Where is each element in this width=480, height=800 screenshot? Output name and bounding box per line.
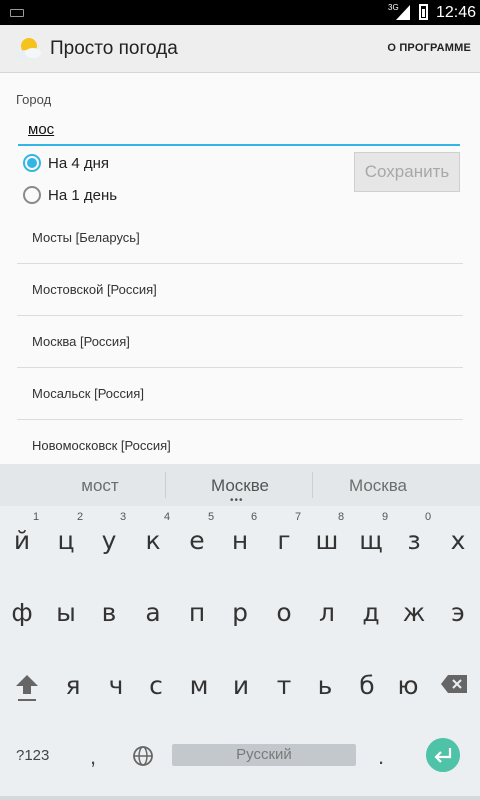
- key[interactable]: р: [220, 598, 260, 627]
- battery-icon: [419, 4, 428, 20]
- clock: 12:46: [436, 4, 477, 21]
- about-button[interactable]: О ПРОГРАММЕ: [387, 42, 471, 54]
- key[interactable]: к: [133, 526, 173, 555]
- status-bar: 3G 12:46: [0, 0, 480, 25]
- key[interactable]: ы: [46, 598, 86, 627]
- radio-4-days[interactable]: На 4 дня: [23, 154, 109, 172]
- key[interactable]: э: [438, 598, 478, 627]
- word-suggestion[interactable]: Москве: [180, 476, 300, 496]
- period-key[interactable]: .: [378, 744, 384, 770]
- key[interactable]: ч: [96, 671, 136, 700]
- key[interactable]: з: [394, 526, 434, 555]
- key[interactable]: х: [438, 526, 478, 555]
- key[interactable]: ш: [307, 526, 347, 555]
- key[interactable]: щ: [351, 526, 391, 555]
- key-hint: 0: [424, 511, 432, 523]
- key[interactable]: г: [264, 526, 304, 555]
- list-item[interactable]: Мосальск [Россия]: [17, 368, 463, 420]
- action-bar: Просто погода О ПРОГРАММЕ: [0, 25, 480, 73]
- key-hint: 1: [32, 511, 40, 523]
- word-suggestion-strip: мост Москве ••• Москва: [0, 464, 480, 506]
- key[interactable]: м: [179, 671, 219, 700]
- city-suggestions-list: Мосты [Беларусь] Мостовской [Россия] Мос…: [17, 212, 463, 464]
- key[interactable]: у: [89, 526, 129, 555]
- key-hint: 8: [337, 511, 345, 523]
- key[interactable]: т: [264, 671, 304, 700]
- key[interactable]: п: [177, 598, 217, 627]
- key[interactable]: в: [89, 598, 129, 627]
- key[interactable]: л: [307, 598, 347, 627]
- enter-icon[interactable]: [426, 738, 460, 772]
- key-hint: 7: [294, 511, 302, 523]
- sun-cloud-icon: [17, 38, 41, 60]
- key[interactable]: я: [53, 671, 93, 700]
- globe-icon[interactable]: [132, 745, 154, 767]
- word-suggestion[interactable]: Москва: [318, 476, 438, 496]
- key[interactable]: о: [264, 598, 304, 627]
- key-hint: 6: [250, 511, 258, 523]
- app-title: Просто погода: [50, 38, 178, 59]
- key[interactable]: й: [2, 526, 42, 555]
- key-hint: 5: [207, 511, 215, 523]
- list-item[interactable]: Мосты [Беларусь]: [17, 212, 463, 264]
- soft-keyboard: мост Москве ••• Москва 1 2 3 4 5 6 7 8 9…: [0, 464, 480, 800]
- key[interactable]: д: [351, 598, 391, 627]
- key[interactable]: б: [347, 671, 387, 700]
- symbols-key[interactable]: ?123: [16, 747, 49, 764]
- radio-1-day[interactable]: На 1 день: [23, 186, 117, 204]
- key[interactable]: а: [133, 598, 173, 627]
- key-hint: 9: [381, 511, 389, 523]
- radio-1-day-label: На 1 день: [48, 186, 118, 204]
- key[interactable]: с: [136, 671, 176, 700]
- backspace-icon[interactable]: [440, 674, 468, 694]
- radio-1-day-indicator: [23, 186, 41, 204]
- key[interactable]: ф: [2, 598, 42, 627]
- radio-4-days-label: На 4 дня: [48, 154, 110, 172]
- save-button[interactable]: Сохранить: [354, 152, 460, 192]
- key[interactable]: и: [221, 671, 261, 700]
- key[interactable]: н: [220, 526, 260, 555]
- radio-4-days-indicator: [23, 154, 41, 172]
- divider: [312, 472, 313, 498]
- space-key[interactable]: Русский: [172, 744, 356, 766]
- key[interactable]: ю: [388, 671, 428, 700]
- list-item[interactable]: Мостовской [Россия]: [17, 264, 463, 316]
- key-hint: 4: [163, 511, 171, 523]
- divider: [0, 796, 480, 800]
- divider: [165, 472, 166, 498]
- comma-key[interactable]: ,: [90, 744, 96, 770]
- key-hint: 2: [76, 511, 84, 523]
- list-item[interactable]: Москва [Россия]: [17, 316, 463, 368]
- more-suggestions-icon[interactable]: •••: [230, 495, 244, 506]
- city-label: Город: [16, 92, 52, 107]
- key[interactable]: ц: [46, 526, 86, 555]
- key-hint: 3: [119, 511, 127, 523]
- word-suggestion[interactable]: мост: [40, 476, 160, 496]
- list-item[interactable]: Новомосковск [Россия]: [17, 420, 463, 464]
- shift-icon[interactable]: [14, 672, 40, 702]
- signal-icon: [396, 5, 410, 20]
- key[interactable]: е: [177, 526, 217, 555]
- key[interactable]: ж: [394, 598, 434, 627]
- city-input[interactable]: [18, 112, 460, 146]
- notification-icon: [10, 9, 24, 17]
- key[interactable]: ь: [305, 671, 345, 700]
